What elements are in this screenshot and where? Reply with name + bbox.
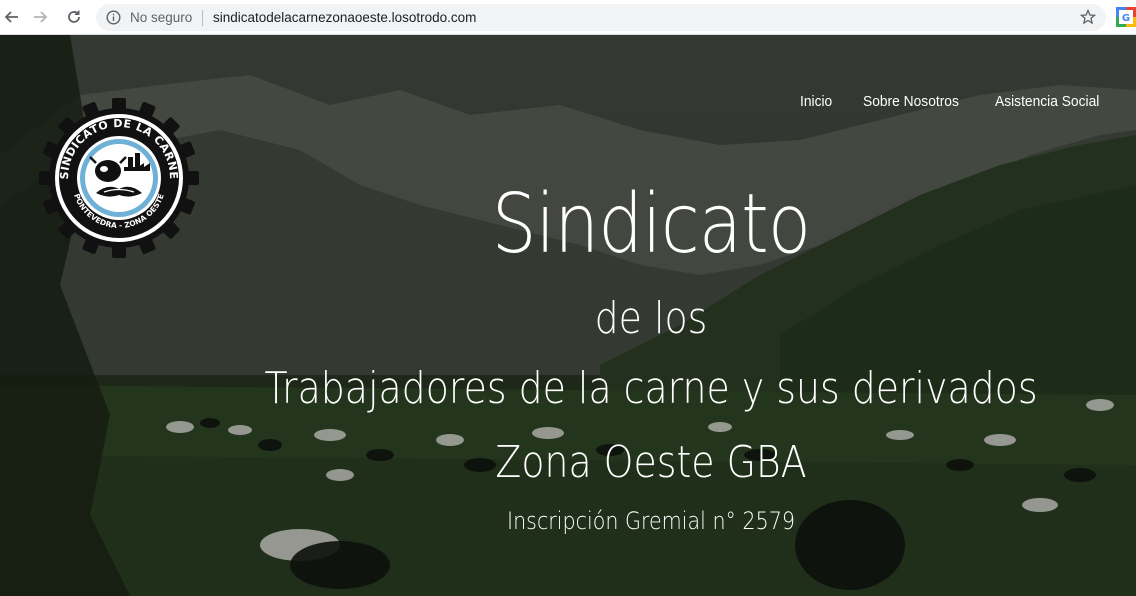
svg-text:G: G (1122, 13, 1130, 24)
info-icon[interactable] (106, 10, 121, 30)
extension-icon[interactable]: G (1116, 7, 1136, 27)
nav-item-sobre-nosotros[interactable]: Sobre Nosotros (863, 93, 959, 110)
security-status[interactable]: No seguro (130, 10, 192, 25)
forward-arrow-icon[interactable] (30, 6, 52, 28)
back-arrow-icon[interactable] (0, 6, 22, 28)
address-bar[interactable]: No seguro sindicatodelacarnezonaoeste.lo… (96, 4, 1106, 31)
reload-icon[interactable] (63, 6, 85, 28)
bookmark-star-icon[interactable] (1079, 8, 1097, 30)
main-nav: InicioSobre NosotrosAsistencia SocialCo (800, 93, 1136, 110)
hero-section: SINDICATO DE LA CARNE PONTEVEDRA - ZONA … (0, 35, 1136, 596)
hero-subtitle-2: Trabajadores de la carne y sus derivados (264, 363, 1038, 414)
browser-toolbar: No seguro sindicatodelacarnezonaoeste.lo… (0, 0, 1136, 35)
hero-subtitle-3: Zona Oeste GBA (495, 437, 807, 488)
hero-registration: Inscripción Gremial n° 2579 (507, 507, 795, 535)
hero-title: Sindicato (491, 177, 811, 272)
hero-subtitle-1: de los (594, 293, 708, 344)
url-text[interactable]: sindicatodelacarnezonaoeste.losotrodo.co… (213, 10, 476, 25)
nav-item-inicio[interactable]: Inicio (800, 93, 832, 110)
nav-item-asistencia-social[interactable]: Asistencia Social (995, 93, 1099, 110)
address-separator (202, 10, 203, 26)
